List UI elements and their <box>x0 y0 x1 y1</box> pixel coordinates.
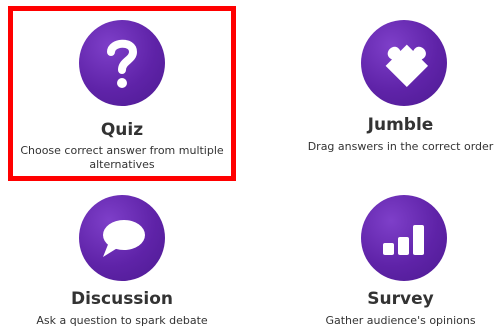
question-mark-icon <box>107 39 138 88</box>
activity-description: Gather audience's opinions <box>325 314 476 327</box>
jumble-icon-circle <box>361 20 447 106</box>
activity-description: Choose correct answer from multiple alte… <box>20 144 224 171</box>
activity-description: Ask a question to spark debate <box>36 314 208 327</box>
bar-chart-icon <box>383 225 424 255</box>
survey-icon-circle <box>361 195 447 281</box>
activity-title: Survey <box>367 289 434 309</box>
activity-title: Quiz <box>100 120 144 140</box>
puzzle-piece-icon <box>385 44 429 88</box>
activity-card-jumble[interactable]: Jumble Drag answers in the correct order <box>304 6 497 181</box>
quiz-icon-circle <box>79 20 165 106</box>
activity-card-survey[interactable]: Survey Gather audience's opinions <box>304 188 497 331</box>
activity-card-quiz[interactable]: Quiz Choose correct answer from multiple… <box>8 6 236 181</box>
speech-bubble-icon <box>103 220 145 257</box>
activity-card-discussion[interactable]: Discussion Ask a question to spark debat… <box>8 188 236 331</box>
activity-description: Drag answers in the correct order <box>307 140 494 153</box>
discussion-icon-circle <box>79 195 165 281</box>
activity-title: Discussion <box>70 289 174 309</box>
activity-title: Jumble <box>367 115 434 135</box>
